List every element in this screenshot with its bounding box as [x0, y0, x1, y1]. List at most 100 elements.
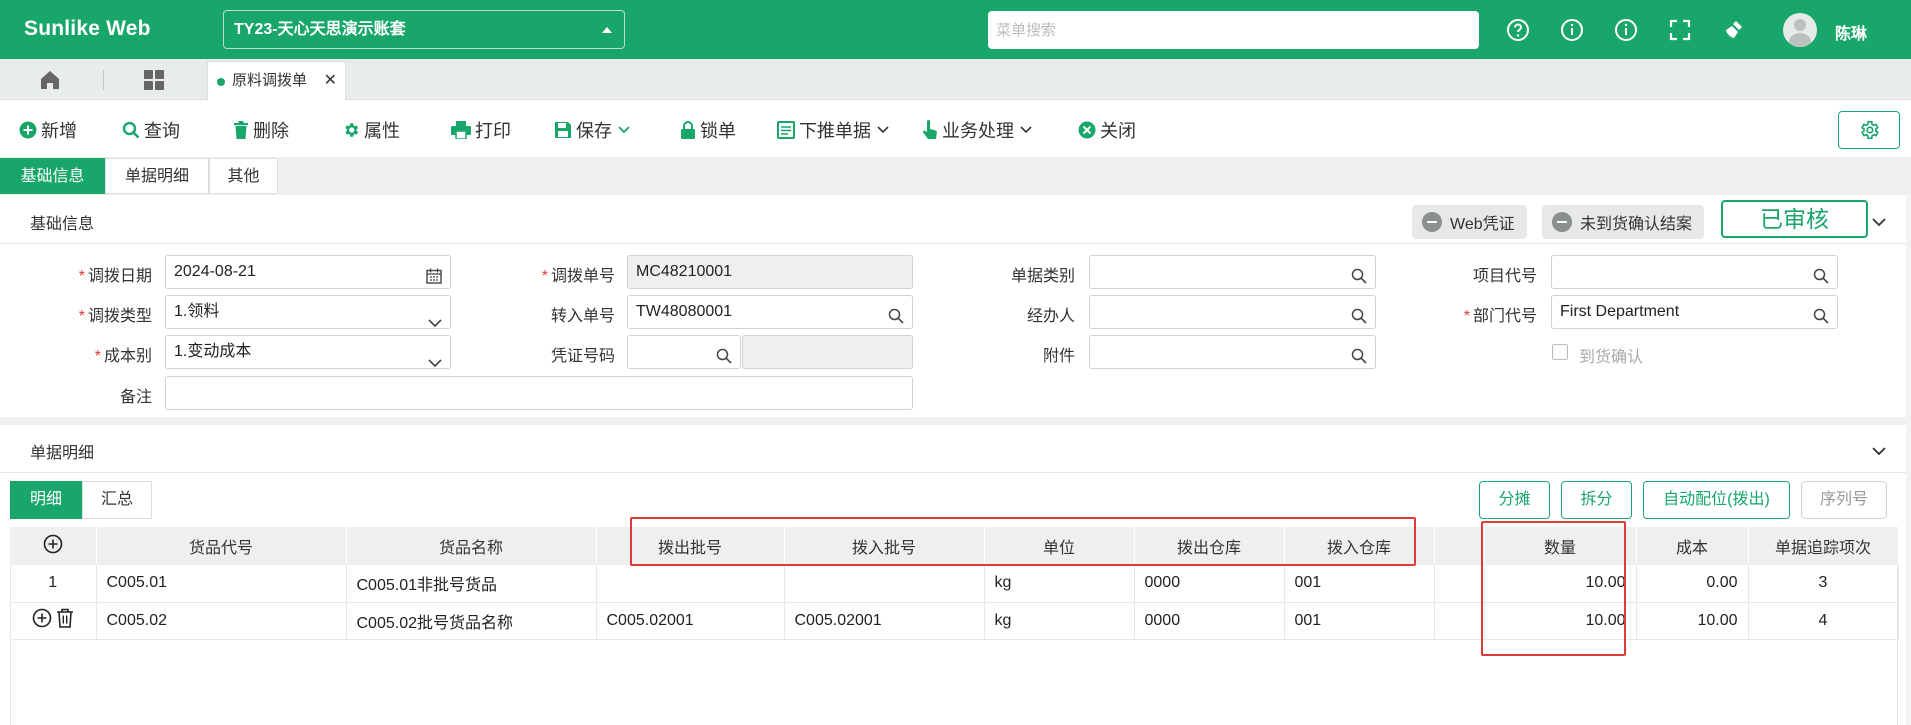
username[interactable]: 陈琳 — [1835, 20, 1867, 44]
close-icon[interactable]: ✕ — [324, 62, 337, 100]
vertical-scrollbar[interactable] — [1906, 195, 1911, 725]
about-icon[interactable] — [1613, 17, 1639, 43]
print-button[interactable]: 打印 — [451, 118, 511, 142]
table-row[interactable]: 1 C005.01 C005.01非批号货品 kg 0000 001 10.00… — [10, 565, 1899, 603]
cell-cost[interactable]: 0.00 — [1636, 565, 1749, 603]
tab-line-detail[interactable]: 明细 — [10, 481, 82, 519]
col-in-batch[interactable]: 拨入批号 — [784, 527, 985, 565]
search-icon[interactable] — [1813, 304, 1829, 328]
serial-number-button[interactable]: 序列号 — [1801, 481, 1887, 519]
search-icon[interactable] — [888, 304, 904, 328]
calendar-icon[interactable] — [426, 264, 442, 288]
doc-category-field[interactable] — [1089, 255, 1376, 289]
cell-out-warehouse[interactable]: 0000 — [1134, 565, 1285, 603]
split-button[interactable]: 拆分 — [1561, 481, 1632, 519]
dept-code-value: First Department — [1560, 303, 1680, 320]
cell-item-name[interactable]: C005.01非批号货品 — [346, 565, 597, 603]
cell-out-batch[interactable] — [596, 565, 785, 603]
tab-basic-info[interactable]: 基础信息 — [0, 158, 105, 194]
auto-assign-button[interactable]: 自动配位(拨出) — [1643, 481, 1790, 519]
push-down-button[interactable]: 下推单据 — [777, 118, 893, 142]
web-voucher-button[interactable]: Web凭证 — [1412, 205, 1527, 239]
account-select[interactable]: TY23-天心天思演示账套 — [223, 10, 625, 49]
project-code-field[interactable] — [1551, 255, 1838, 289]
trash-icon[interactable] — [56, 608, 74, 628]
col-trace-item[interactable]: 单据追踪项次 — [1748, 527, 1899, 565]
menu-search-input[interactable] — [988, 11, 1479, 49]
avatar[interactable] — [1783, 13, 1817, 47]
tab-summary[interactable]: 汇总 — [82, 481, 152, 519]
handler-field[interactable] — [1089, 295, 1376, 329]
cell-quantity[interactable]: 10.00 — [1484, 602, 1637, 640]
col-out-warehouse[interactable]: 拨出仓库 — [1134, 527, 1285, 565]
delete-button[interactable]: 删除 — [233, 118, 289, 142]
arrival-confirm-checkbox[interactable] — [1552, 344, 1568, 360]
new-button[interactable]: 新增 — [19, 118, 77, 142]
cell-in-warehouse[interactable]: 001 — [1284, 565, 1435, 603]
cell-in-batch[interactable]: C005.02001 — [784, 602, 985, 640]
col-in-warehouse[interactable]: 拨入仓库 — [1284, 527, 1435, 565]
allocate-button[interactable]: 分摊 — [1479, 481, 1550, 519]
info-icon[interactable] — [1559, 17, 1585, 43]
cell-out-warehouse[interactable]: 0000 — [1134, 602, 1285, 640]
cell-unit[interactable]: kg — [984, 602, 1135, 640]
attachment-label: 附件 — [1042, 348, 1075, 365]
cell-in-batch[interactable] — [784, 565, 985, 603]
cell-out-batch[interactable]: C005.02001 — [596, 602, 785, 640]
tab-material-transfer[interactable]: 原料调拨单 ✕ — [207, 61, 347, 100]
cell-item-name[interactable]: C005.02批号货品名称 — [346, 602, 597, 640]
cell-quantity[interactable]: 10.00 — [1484, 565, 1637, 603]
help-icon[interactable] — [1505, 17, 1531, 43]
col-item-code[interactable]: 货品代号 — [96, 527, 347, 565]
save-button[interactable]: 保存 — [554, 118, 634, 142]
chevron-down-icon[interactable] — [1872, 214, 1886, 232]
in-doc-no-field[interactable]: TW48080001 — [627, 295, 913, 329]
hand-pointer-icon — [922, 120, 937, 139]
tab-detail[interactable]: 单据明细 — [105, 158, 209, 194]
dept-code-field[interactable]: First Department — [1551, 295, 1838, 329]
remark-label: 备注 — [119, 389, 152, 406]
close-button[interactable]: 关闭 — [1078, 118, 1136, 142]
cell-trace-item[interactable]: 3 — [1748, 565, 1899, 603]
settings-button[interactable] — [1838, 111, 1900, 149]
transfer-type-select[interactable]: 1.领料 — [165, 295, 451, 329]
insert-row-icon[interactable] — [32, 608, 52, 628]
query-button[interactable]: 查询 — [122, 118, 180, 142]
search-icon[interactable] — [1351, 264, 1367, 288]
add-row-header[interactable] — [10, 527, 97, 565]
cell-item-code[interactable]: C005.01 — [96, 565, 347, 603]
transfer-no-field[interactable]: MC48210001 — [627, 255, 913, 289]
cost-type-select[interactable]: 1.变动成本 — [165, 335, 451, 369]
unreceived-close-button[interactable]: 未到货确认结案 — [1542, 205, 1705, 239]
search-icon[interactable] — [1813, 264, 1829, 288]
col-unit[interactable]: 单位 — [984, 527, 1135, 565]
voucher-no-field[interactable] — [627, 335, 741, 369]
properties-button[interactable]: 属性 — [342, 118, 400, 142]
clean-cache-icon[interactable] — [1721, 17, 1747, 43]
cell-unit[interactable]: kg — [984, 565, 1135, 603]
cell-item-code[interactable]: C005.02 — [96, 602, 347, 640]
col-out-batch[interactable]: 拨出批号 — [596, 527, 785, 565]
chevron-down-icon[interactable] — [1872, 443, 1886, 461]
attachment-field[interactable] — [1089, 335, 1376, 369]
apps-grid-icon[interactable] — [143, 69, 165, 91]
search-icon[interactable] — [1351, 304, 1367, 328]
home-icon[interactable] — [38, 68, 62, 92]
col-item-name[interactable]: 货品名称 — [346, 527, 597, 565]
transfer-date-field[interactable]: 2024-08-21 — [165, 255, 451, 289]
section-tabs: 基础信息 单据明细 其他 — [0, 157, 1911, 195]
cell-cost[interactable]: 10.00 — [1636, 602, 1749, 640]
cell-in-warehouse[interactable]: 001 — [1284, 602, 1435, 640]
col-quantity[interactable]: 数量 — [1484, 527, 1637, 565]
business-button[interactable]: 业务处理 — [922, 118, 1036, 142]
fullscreen-icon[interactable] — [1667, 17, 1693, 43]
tab-other[interactable]: 其他 — [209, 158, 278, 194]
cell-trace-item[interactable]: 4 — [1748, 602, 1899, 640]
lock-button[interactable]: 锁单 — [680, 118, 736, 142]
remark-field[interactable] — [165, 376, 913, 410]
transfer-no-value: MC48210001 — [636, 263, 733, 280]
table-row[interactable]: C005.02 C005.02批号货品名称 C005.02001 C005.02… — [10, 602, 1899, 640]
col-cost[interactable]: 成本 — [1636, 527, 1749, 565]
search-icon[interactable] — [716, 344, 732, 368]
search-icon[interactable] — [1351, 344, 1367, 368]
